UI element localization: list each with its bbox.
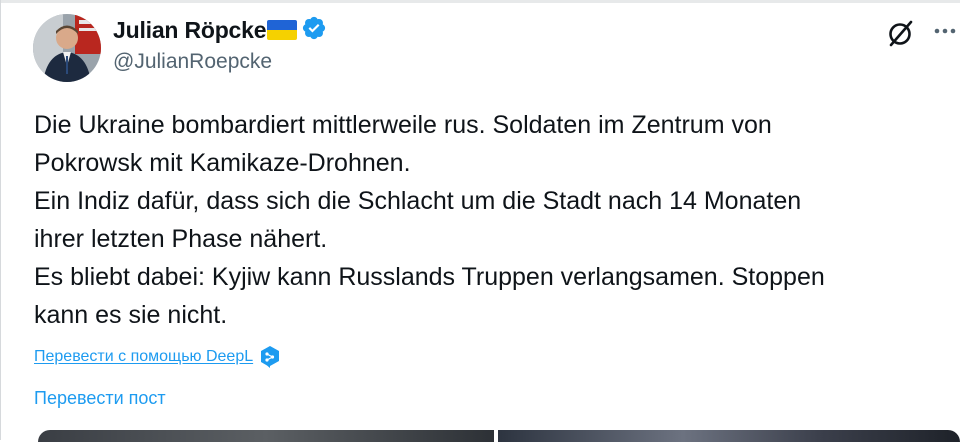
- translate-deepl-link[interactable]: Перевести с помощью DeepL: [34, 345, 281, 369]
- media-preview[interactable]: [38, 430, 960, 442]
- top-divider: [1, 0, 960, 3]
- translate-post-link[interactable]: Перевести пост: [34, 388, 166, 409]
- author-handle[interactable]: @JulianRoepcke: [113, 50, 272, 74]
- tweet-text: Die Ukraine bombardiert mittlerweile rus…: [34, 106, 949, 334]
- verified-badge-icon[interactable]: [297, 15, 327, 46]
- tweet-line: Pokrowsk mit Kamikaze-Drohnen.: [34, 149, 411, 177]
- deepl-icon: [261, 346, 280, 368]
- grok-icon[interactable]: [885, 17, 917, 49]
- tweet-line: kann es sie nicht.: [34, 301, 228, 329]
- avatar[interactable]: [33, 14, 101, 82]
- tweet-line: Es bliebt dabei: Kyjiw kann Russlands Tr…: [34, 263, 825, 291]
- tweet-line: Die Ukraine bombardiert mittlerweile rus…: [34, 111, 772, 139]
- tweet-line: Ein Indiz dafür, dass sich die Schlacht …: [34, 187, 802, 215]
- translate-deepl-label[interactable]: Перевести с помощью DeepL: [34, 348, 253, 366]
- media-image-1[interactable]: [38, 430, 494, 442]
- tweet-card: Julian Röpcke @JulianRoepcke Die Ukraine…: [0, 0, 960, 442]
- author-name-row[interactable]: Julian Röpcke: [113, 13, 327, 47]
- author-display-name[interactable]: Julian Röpcke: [113, 17, 267, 44]
- media-image-2[interactable]: [498, 430, 960, 442]
- tweet-line: ihrer letzten Phase nähert.: [34, 225, 328, 253]
- ukraine-flag-icon: [267, 20, 298, 40]
- more-options-icon[interactable]: [929, 18, 960, 44]
